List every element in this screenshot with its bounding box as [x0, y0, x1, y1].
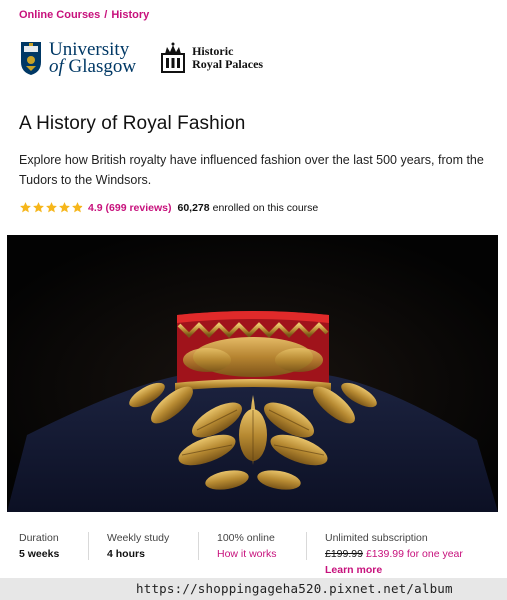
stat-subscription: Unlimited subscription £199.99 £139.99 fo… — [306, 520, 507, 578]
course-hero-image — [7, 235, 498, 512]
star-icon — [46, 202, 57, 213]
enrolled-count: 60,278 — [177, 201, 210, 214]
star-icon — [59, 202, 70, 213]
star-rating — [19, 201, 84, 214]
embroidered-collar-illustration — [7, 235, 498, 512]
stat-duration: Duration 5 weeks — [0, 520, 88, 575]
breadcrumb-online-courses[interactable]: Online Courses — [19, 9, 100, 21]
watermark-url: https://shoppingageha520.pixnet.net/albu… — [0, 578, 507, 600]
duration-label: Duration — [19, 532, 59, 544]
breadcrumb: Online Courses / History — [19, 9, 149, 21]
weekly-study-value: 4 hours — [107, 548, 145, 560]
university-of-glasgow-logo[interactable]: University of Glasgow — [19, 40, 136, 76]
online-label: 100% online — [217, 532, 275, 544]
breadcrumb-separator: / — [104, 9, 108, 21]
course-description: Explore how British royalty have influen… — [19, 153, 484, 187]
uog-name-of: of — [49, 56, 64, 77]
stat-online: 100% online How it works — [198, 520, 306, 575]
hrp-name-line2: Royal Palaces — [192, 57, 264, 71]
how-it-works-link[interactable]: How it works — [217, 546, 306, 562]
stat-weekly-study: Weekly study 4 hours — [88, 520, 198, 575]
new-price: £139.99 for one year — [365, 548, 463, 560]
shield-crest-icon — [21, 42, 41, 75]
crown-icon — [161, 42, 186, 73]
rating-reviews-link[interactable]: 4.9 (699 reviews) — [88, 202, 171, 214]
partner-logos: University of Glasgow Historic Royal Pal… — [19, 40, 263, 76]
weekly-study-label: Weekly study — [107, 532, 170, 544]
old-price: £199.99 — [325, 548, 363, 560]
star-icon — [72, 202, 83, 213]
star-icon — [33, 202, 44, 213]
learn-more-link[interactable]: Learn more — [325, 562, 507, 578]
subscription-label: Unlimited subscription — [325, 532, 428, 544]
enrolled-text: enrolled on this course — [212, 201, 319, 214]
rating-row: 4.9 (699 reviews) 60,278 enrolled on thi… — [19, 201, 318, 214]
star-icon — [20, 202, 31, 213]
historic-royal-palaces-logo[interactable]: Historic Royal Palaces — [160, 42, 263, 74]
course-stats: Duration 5 weeks Weekly study 4 hours 10… — [0, 520, 507, 578]
duration-value: 5 weeks — [19, 548, 60, 560]
uog-name-line2: Glasgow — [68, 56, 137, 77]
breadcrumb-history[interactable]: History — [111, 9, 149, 21]
course-title: A History of Royal Fashion — [19, 113, 246, 134]
